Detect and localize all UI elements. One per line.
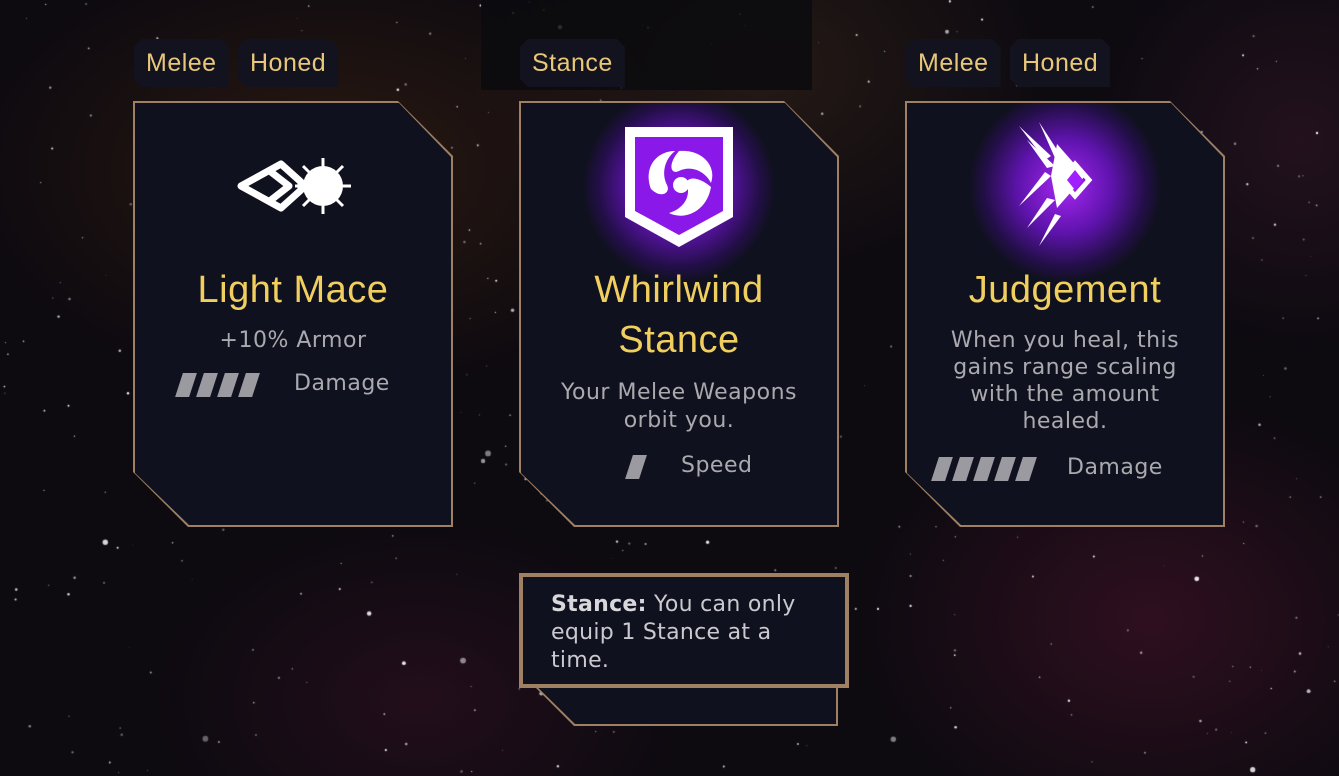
stance-tooltip: Stance: You can only equip 1 Stance at a… [519,573,849,688]
card-description-line-2: gains range scaling [953,355,1177,380]
card-whirlwind-stance[interactable]: Whirlwind Stance Your Melee Weapons orbi… [519,101,839,527]
stat-row: Speed [521,451,837,481]
mace-icon [135,111,451,261]
stat-pip [931,457,953,481]
whirlwind-shield-icon [521,103,837,281]
tag-honed: Honed [238,39,338,87]
stat-pip [238,373,260,397]
card-title-line-2: Stance [618,319,740,361]
tag-melee: Melee [134,39,229,87]
stat-pip [175,373,197,397]
card-description-line-2: orbit you. [623,408,735,433]
card-description-line-4: healed. [1022,409,1108,434]
card-light-mace[interactable]: Light Mace +10% Armor Damage [133,101,453,527]
card-description-line-3: with the amount [970,382,1160,407]
stat-pip [196,373,218,397]
card-description-line-1: Your Melee Weapons [561,380,797,405]
stat-pip [952,457,974,481]
stat-pip [1015,457,1037,481]
card-description-line-1: When you heal, this [950,328,1180,353]
tooltip-term: Stance: [551,592,647,617]
stat-pip [625,455,647,479]
stat-pip [973,457,995,481]
tag-stance: Stance [520,39,625,87]
stat-row: Damage [135,369,451,399]
card-description: +10% Armor [219,328,367,353]
card-title: Judgement [968,269,1162,311]
stat-label: Damage [1067,455,1163,480]
card-title-line-1: Whirlwind [594,269,764,311]
stat-row: Damage [907,453,1223,483]
stat-pip [994,457,1016,481]
stat-label: Speed [681,453,753,478]
tag-melee: Melee [906,39,1001,87]
stat-label: Damage [294,371,390,396]
card-judgement[interactable]: Judgement When you heal, this gains rang… [905,101,1225,527]
stat-pip [217,373,239,397]
card-title: Light Mace [197,269,389,311]
tag-honed: Honed [1010,39,1110,87]
judgement-wings-icon [907,103,1223,281]
